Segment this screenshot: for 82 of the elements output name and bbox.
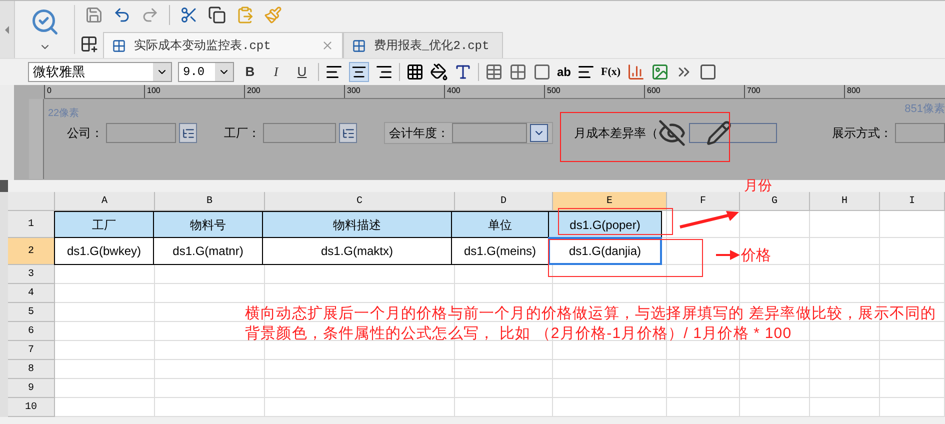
- file-tab[interactable]: 费用报表_优化2.cpt: [343, 32, 503, 58]
- column-header[interactable]: G: [740, 192, 810, 211]
- ruler: 0 100 200 300 400 500 600 700 800: [44, 85, 945, 99]
- row-header[interactable]: 1: [8, 211, 55, 238]
- parameter-field[interactable]: [895, 123, 945, 143]
- align-right-icon[interactable]: [375, 63, 393, 81]
- save-icon[interactable]: [85, 6, 103, 24]
- new-report-icon[interactable]: [80, 34, 98, 52]
- merge-icon[interactable]: [509, 63, 527, 81]
- font-color-icon[interactable]: [454, 63, 472, 81]
- parameter-label: 公司：: [67, 125, 103, 142]
- file-tab[interactable]: 实际成本变动监控表.cpt: [103, 32, 343, 58]
- tree-picker-button[interactable]: [179, 123, 197, 143]
- column-header[interactable]: F: [667, 192, 740, 211]
- text-style-button[interactable]: U: [292, 62, 312, 82]
- parameter-label: 展示方式：: [832, 125, 892, 142]
- pencil-icon: [706, 120, 732, 146]
- row-header[interactable]: 7: [8, 341, 55, 360]
- parameter-field[interactable]: [263, 123, 336, 143]
- hidden-eye-icon: [658, 119, 686, 147]
- row-header[interactable]: 3: [8, 265, 55, 284]
- row-header[interactable]: 6: [8, 322, 55, 341]
- report-icon: [352, 38, 366, 52]
- report-icon: [112, 38, 126, 52]
- align-center-button[interactable]: [349, 62, 369, 82]
- row-header[interactable]: 4: [8, 284, 55, 303]
- table-cell[interactable]: 物料号: [153, 211, 263, 238]
- text-style-button[interactable]: I: [266, 62, 286, 82]
- fill-color-icon[interactable]: [430, 63, 448, 81]
- table-cell[interactable]: ds1.G(maktx): [262, 237, 452, 265]
- dropdown-button[interactable]: [530, 124, 548, 142]
- collapse-icon[interactable]: [5, 26, 9, 34]
- preview-icon[interactable]: [30, 6, 60, 36]
- font-size-select[interactable]: 9.0: [178, 62, 234, 82]
- parameter-field[interactable]: [452, 123, 527, 143]
- tree-icon: [182, 126, 194, 140]
- cell-icon[interactable]: [533, 63, 551, 81]
- image-icon[interactable]: [650, 63, 669, 81]
- table-icon[interactable]: [485, 63, 503, 81]
- align-left-icon[interactable]: [325, 63, 343, 81]
- table-cell[interactable]: 单位: [451, 211, 549, 238]
- formula-button[interactable]: F(x): [601, 64, 621, 80]
- annotation-arrow: [678, 211, 740, 229]
- table-cell[interactable]: 物料描述: [262, 211, 452, 238]
- table-cell[interactable]: ds1.G(matnr): [153, 237, 263, 265]
- margin-label: 22像素: [48, 109, 80, 119]
- parameter-label: 会计年度：: [389, 125, 449, 142]
- table-cell[interactable]: ds1.G(poper): [548, 211, 662, 238]
- text-style-button[interactable]: B: [240, 62, 260, 82]
- row-header[interactable]: 8: [8, 360, 55, 379]
- chart-icon[interactable]: [626, 63, 645, 81]
- annotation-arrow: [716, 248, 740, 262]
- annotation-note: 横向动态扩展后一个月的价格与前一个月的价格做运算，与选择屏填写的 差异率做比较，展示不同的背景颜色，条件属性的公式怎么写， 比如 （2月价格-1月价格）/ 1月价格 * 100: [245, 304, 938, 344]
- undo-icon[interactable]: [113, 6, 131, 24]
- tree-picker-button[interactable]: [339, 123, 357, 143]
- table-cell[interactable]: ds1.G(meins): [451, 237, 549, 265]
- parameter-field[interactable]: [689, 123, 777, 143]
- copy-icon[interactable]: [208, 6, 226, 24]
- row-header[interactable]: 9: [8, 379, 55, 398]
- row-header[interactable]: 2: [8, 238, 55, 265]
- table-cell[interactable]: ds1.G(bwkey): [54, 237, 154, 265]
- table-cell[interactable]: ds1.G(danjia): [548, 237, 662, 265]
- splitter-handle[interactable]: [0, 180, 8, 192]
- table-cell[interactable]: 工厂: [54, 211, 154, 238]
- parameter-label: 工厂：: [224, 125, 260, 142]
- annotation-label: 价格: [741, 246, 771, 266]
- row-header[interactable]: 5: [8, 303, 55, 322]
- column-header[interactable]: H: [810, 192, 880, 211]
- row-header[interactable]: 10: [8, 398, 55, 417]
- frame-icon[interactable]: [698, 63, 717, 81]
- parameter-label: 月成本差异率（: [574, 125, 658, 142]
- column-header[interactable]: E: [553, 192, 667, 211]
- text-tool-button[interactable]: ab: [557, 63, 572, 81]
- tree-icon: [342, 126, 354, 140]
- paragraph-icon[interactable]: [577, 63, 596, 81]
- parameter-field[interactable]: [106, 123, 176, 143]
- border-icon[interactable]: [406, 63, 424, 81]
- annotation-label: 月份: [744, 178, 772, 192]
- cut-icon[interactable]: [180, 6, 198, 24]
- font-select[interactable]: 微软雅黑: [28, 62, 172, 82]
- column-header[interactable]: I: [880, 192, 945, 211]
- close-icon[interactable]: [321, 39, 334, 52]
